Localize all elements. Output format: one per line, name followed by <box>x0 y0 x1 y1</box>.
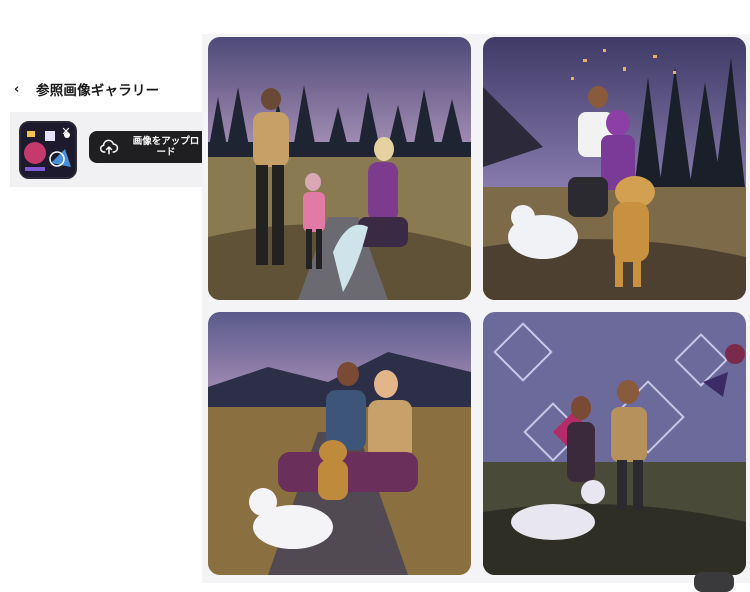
reference-thumbnail[interactable]: ✕ <box>19 121 77 179</box>
gallery-image-1[interactable] <box>208 37 471 300</box>
back-to-gallery[interactable]: ‹ 参照画像ギャラリー <box>14 78 159 100</box>
cloud-upload-icon <box>99 139 119 155</box>
couple-dog-cat-forest-image <box>483 37 746 300</box>
family-forest-image <box>208 37 471 300</box>
couple-geometric-sky-image <box>483 312 746 575</box>
close-icon[interactable]: ✕ <box>59 125 73 139</box>
gallery-image-2[interactable] <box>483 37 746 300</box>
upload-button-label: 画像をアップロード <box>132 136 200 158</box>
scroll-control[interactable] <box>694 572 734 592</box>
panel-title: 参照画像ギャラリー <box>36 83 160 99</box>
reference-image-strip: ✕ 画像をアップロード <box>10 112 209 187</box>
gallery-image-4[interactable] <box>483 312 746 575</box>
chevron-left-icon: ‹ <box>14 81 20 97</box>
couple-dog-cat-field-image <box>208 312 471 575</box>
upload-image-button[interactable]: 画像をアップロード <box>89 131 209 163</box>
gallery-image-3[interactable] <box>208 312 471 575</box>
